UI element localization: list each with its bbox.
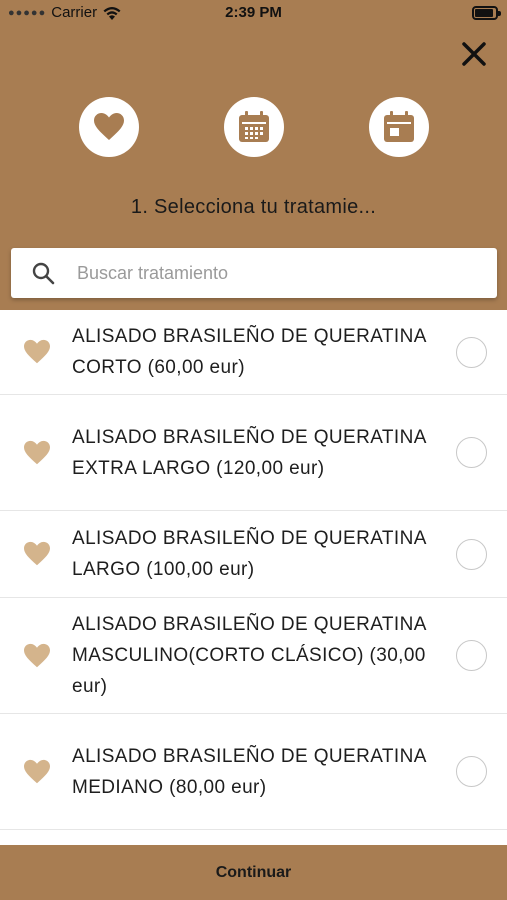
search-input[interactable] [77, 262, 457, 284]
treatment-label: ALISADO BRASILEÑO DE QUERATINA MASCULINO… [72, 614, 426, 697]
treatment-list: ALISADO BRASILEÑO DE QUERATINA CORTO (60… [0, 310, 507, 845]
heart-icon [24, 759, 50, 783]
treatment-label: ALISADO BRASILEÑO DE QUERATINA CORTO (60… [72, 326, 426, 378]
treatment-label: ALISADO BRASILEÑO DE QUERATINA EXTRA LAR… [72, 426, 426, 479]
search-box[interactable] [11, 248, 497, 298]
list-item[interactable]: ALISADO BRASILEÑO DE QUERATINA EXTRA LAR… [0, 395, 507, 511]
heart-icon [24, 643, 50, 667]
list-item[interactable]: ALISADO BRASILEÑO DE QUERATINA MASCULINO… [0, 598, 507, 714]
step-confirm-button[interactable] [369, 97, 429, 157]
select-radio[interactable] [456, 336, 487, 368]
heart-icon [94, 113, 124, 140]
list-item[interactable]: ALISADO BRASILEÑO DE QUERATINA CORTO (60… [0, 310, 507, 395]
heart-icon [24, 339, 50, 364]
list-item[interactable]: ALISADO BRASILEÑO DE QUERATINA LARGO (10… [0, 511, 507, 598]
calendar-day-icon [384, 111, 414, 142]
calendar-grid-icon [239, 111, 269, 142]
header: ●●●●● Carrier 2:39 PM 1. Selecciona tu t… [0, 0, 507, 310]
list-item[interactable]: ALISADO BRASILEÑO DE QUERATINA MEDIANO (… [0, 714, 507, 830]
battery-icon [472, 6, 501, 20]
continue-label: Continuar [215, 863, 292, 881]
steps [0, 97, 507, 157]
select-radio[interactable] [456, 756, 487, 787]
step-treatment-button[interactable] [79, 97, 139, 157]
treatment-label: ALISADO BRASILEÑO DE QUERATINA MEDIANO (… [72, 745, 426, 798]
heart-icon [24, 440, 50, 464]
select-radio[interactable] [456, 640, 487, 671]
treatment-label: ALISADO BRASILEÑO DE QUERATINA LARGO (10… [72, 528, 426, 580]
select-radio[interactable] [456, 538, 487, 570]
step-date-button[interactable] [224, 97, 284, 157]
continue-button[interactable]: Continuar [0, 845, 507, 900]
search-icon [32, 262, 55, 285]
heart-icon [24, 541, 50, 566]
status-bar: ●●●●● Carrier 2:39 PM [0, 0, 507, 28]
step-title: 1. Selecciona tu tratamie... [130, 196, 377, 218]
close-icon[interactable] [456, 36, 492, 72]
status-time: 2:39 PM [225, 4, 282, 21]
select-radio[interactable] [456, 437, 487, 468]
